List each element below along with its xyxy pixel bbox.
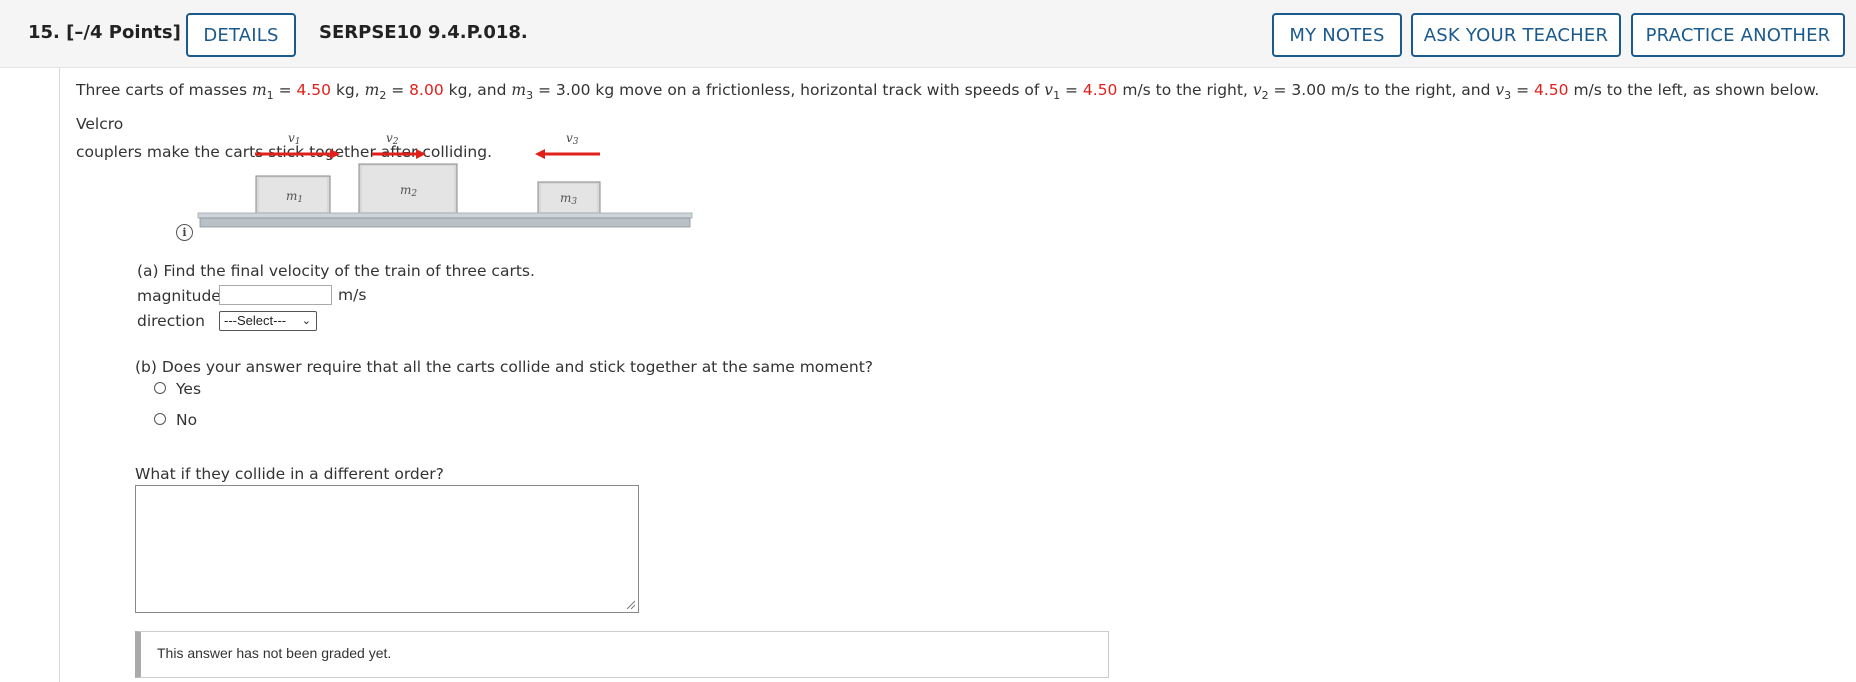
track [197, 212, 693, 228]
radio-no[interactable] [154, 413, 166, 425]
question-number-text: 15. [28, 22, 60, 43]
points-label: [–/4 Points] [66, 22, 181, 43]
part-b-prompt: (b) Does your answer require that all th… [135, 358, 874, 376]
radio-yes[interactable] [154, 382, 166, 394]
problem-text: kg, [331, 81, 365, 99]
v3-label: v3 [566, 131, 579, 147]
question-body-border [59, 68, 60, 682]
info-icon[interactable]: i [176, 224, 193, 241]
problem-text: m/s to the right, [1117, 81, 1253, 99]
cart-m2: m2 [358, 163, 458, 215]
chevron-down-icon: ⌄ [301, 315, 311, 327]
direction-select[interactable]: ---Select--- ⌄ [219, 311, 317, 331]
ask-your-teacher-button[interactable]: ASK YOUR TEACHER [1411, 13, 1621, 57]
option-no-label: No [176, 411, 198, 429]
problem-text: Three carts of masses [76, 81, 252, 99]
m3-variable: m [511, 81, 527, 99]
problem-code: SERPSE10 9.4.P.018. [319, 22, 528, 43]
what-if-answer-textarea[interactable] [135, 485, 639, 613]
problem-text: kg, and [443, 81, 512, 99]
my-notes-button[interactable]: MY NOTES [1272, 13, 1402, 57]
v3-value: 4.50 [1534, 81, 1569, 99]
m2-variable: m [364, 81, 380, 99]
v2-variable: v [1252, 81, 1262, 99]
equals: = [1511, 81, 1535, 99]
v3-variable: v [1495, 81, 1505, 99]
m2-value: 8.00 [409, 81, 444, 99]
equals: = [273, 81, 297, 99]
m1-value: 4.50 [296, 81, 332, 99]
problem-text: = 3.00 m/s to the right, and [1268, 81, 1496, 99]
grading-status-message: This answer has not been graded yet. [157, 645, 392, 661]
v2-subscript: 2 [1261, 89, 1269, 103]
v1-value: 4.50 [1082, 81, 1118, 99]
resize-handle-icon[interactable] [625, 599, 635, 609]
unit-label: m/s [338, 286, 367, 304]
what-if-prompt: What if they collide in a different orde… [135, 465, 444, 483]
practice-another-button[interactable]: PRACTICE ANOTHER [1631, 13, 1845, 57]
v1-arrow [255, 149, 340, 159]
v3-arrow [535, 149, 600, 159]
cart-m1: m1 [255, 175, 331, 215]
direction-label: direction [137, 312, 205, 330]
v1-variable: v [1044, 81, 1054, 99]
magnitude-input[interactable] [219, 285, 332, 305]
problem-text: = 3.00 kg move on a frictionless, horizo… [533, 81, 1045, 99]
details-button[interactable]: DETAILS [186, 13, 296, 57]
equals: = [1060, 81, 1083, 99]
question-header: 15. [–/4 Points] DETAILS SERPSE10 9.4.P.… [0, 0, 1856, 68]
part-a-prompt: (a) Find the final velocity of the train… [137, 262, 535, 280]
v2-label: v2 [386, 131, 399, 147]
equals: = [386, 81, 410, 99]
m1-subscript: 1 [266, 89, 274, 103]
carts-figure: v1 v2 v3 m1 m2 m3 [197, 131, 693, 228]
m1-variable: m [251, 81, 267, 99]
v1-subscript: 1 [1053, 89, 1061, 103]
direction-select-value: ---Select--- [224, 313, 287, 328]
grading-status-box: This answer has not been graded yet. [135, 631, 1109, 678]
question-number: 15. [–/4 Points] [28, 22, 181, 43]
magnitude-label: magnitude [137, 287, 221, 305]
v2-arrow [372, 149, 426, 159]
cart-m3: m3 [537, 181, 601, 215]
option-yes-label: Yes [176, 380, 202, 398]
v1-label: v1 [288, 131, 301, 147]
